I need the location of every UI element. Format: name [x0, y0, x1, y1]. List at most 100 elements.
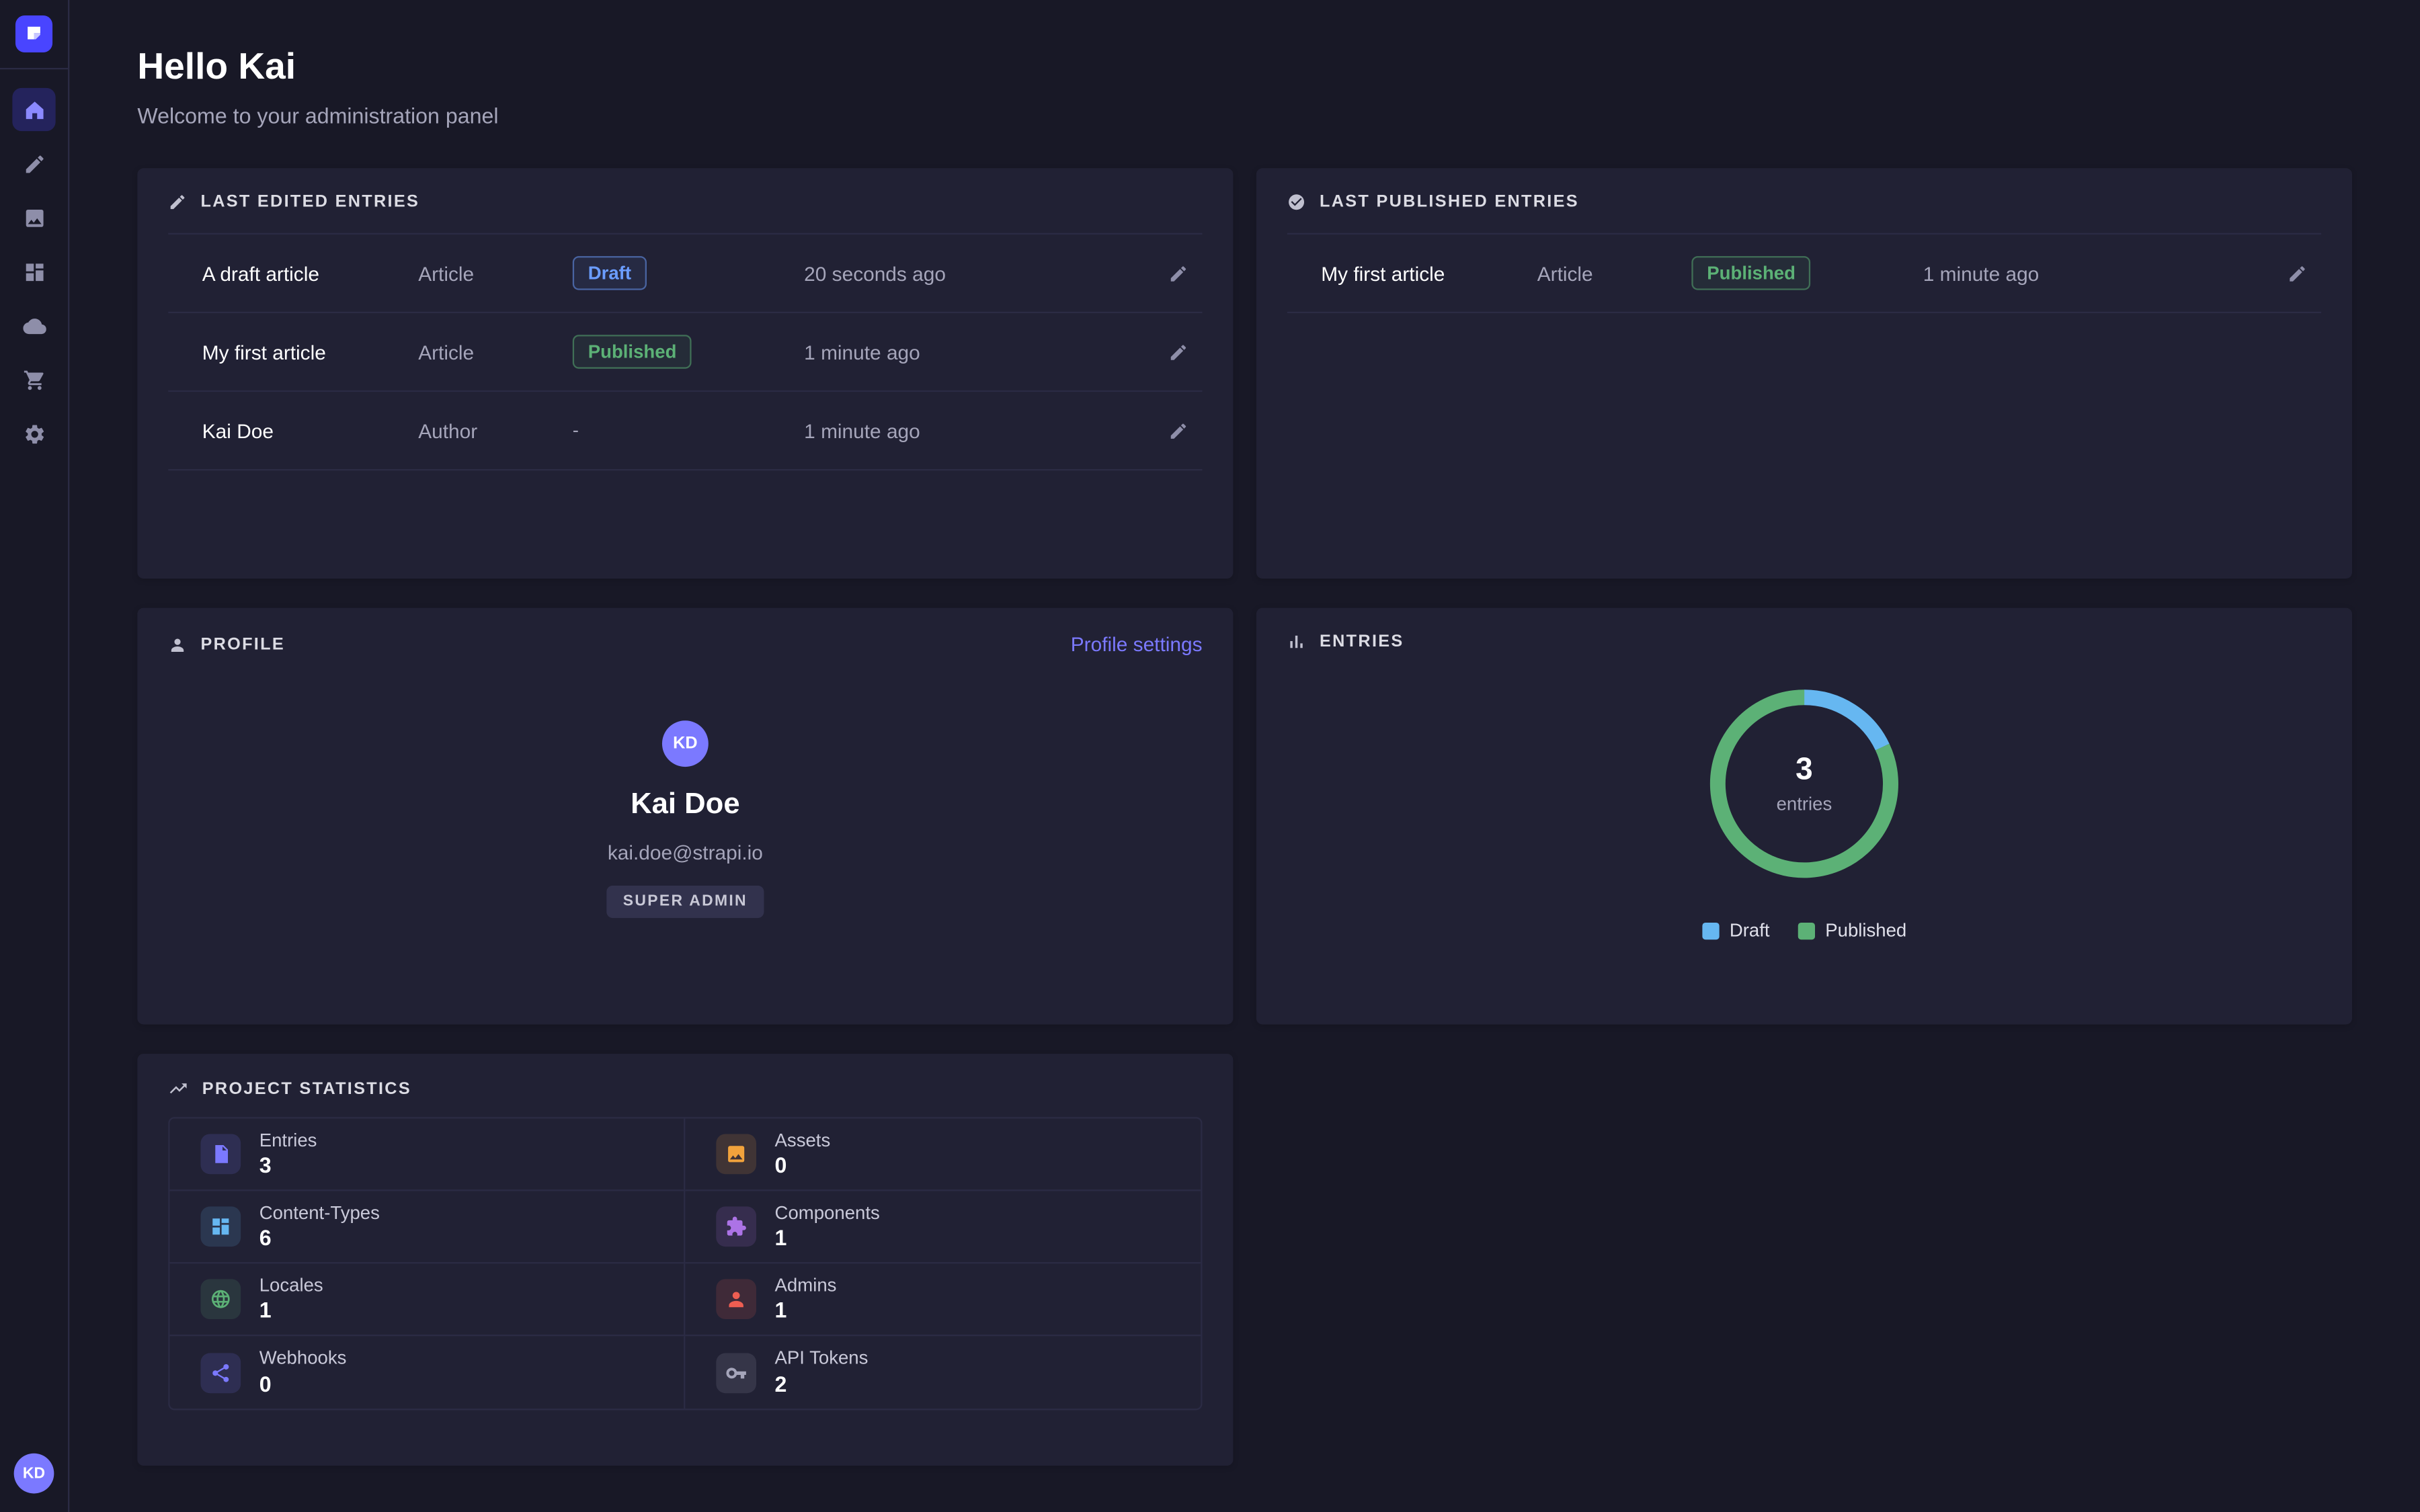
stat-label: Admins: [775, 1274, 837, 1296]
entries-count: 3: [1796, 754, 1813, 785]
stat-value: 1: [259, 1298, 323, 1325]
profile-name: Kai Doe: [631, 788, 739, 823]
edit-entry-button[interactable]: [1156, 409, 1199, 452]
admins-icon: [716, 1279, 756, 1319]
stat-value: 0: [259, 1372, 347, 1398]
profile-body: KD Kai Doe kai.doe@strapi.io SUPER ADMIN: [168, 720, 1202, 918]
stat-label: Assets: [775, 1129, 831, 1151]
pencil-icon: [2286, 263, 2306, 283]
stat-components: Components1: [685, 1191, 1201, 1263]
entry-time: 1 minute ago: [804, 340, 1113, 363]
gear-icon: [22, 422, 45, 445]
entries-count-label: entries: [1777, 792, 1832, 814]
user-avatar[interactable]: KD: [14, 1454, 54, 1494]
card-header: PROFILE Profile settings: [168, 632, 1202, 655]
home-icon: [22, 98, 45, 121]
person-icon: [168, 635, 187, 654]
entries-card: ENTRIES 3 entries Draft: [1256, 608, 2352, 1025]
pencil-icon: [1168, 421, 1188, 441]
strapi-logo-icon: [23, 23, 44, 44]
table-row[interactable]: A draft article Article Draft 20 seconds…: [168, 235, 1202, 313]
stat-value: 1: [775, 1298, 837, 1325]
images-icon: [22, 206, 45, 229]
assets-icon: [716, 1134, 756, 1175]
entries-donut-wrap: 3 entries Draft Published: [1287, 688, 2321, 941]
trending-up-icon: [168, 1079, 188, 1099]
strapi-logo[interactable]: [15, 15, 52, 52]
legend-item-published: Published: [1798, 919, 1906, 941]
stat-label: Locales: [259, 1274, 323, 1296]
legend-item-draft: Draft: [1702, 919, 1770, 941]
stat-label: Components: [775, 1202, 880, 1224]
status-badge: Draft: [573, 256, 647, 290]
status-badge: -: [573, 419, 579, 441]
logo-container: [0, 0, 68, 69]
last-published-table: My first article Article Published 1 min…: [1287, 233, 2321, 313]
locales-icon: [200, 1279, 241, 1319]
layout-icon: [22, 260, 45, 283]
donut-center: 3 entries: [1709, 688, 1900, 880]
donut-legend: Draft Published: [1702, 919, 1907, 941]
legend-label: Draft: [1730, 919, 1770, 941]
published-swatch: [1798, 922, 1814, 939]
sidebar: KD: [0, 0, 69, 1512]
edit-entry-button[interactable]: [1156, 330, 1199, 373]
sidebar-item-marketplace[interactable]: [12, 358, 55, 401]
stat-api-tokens: API Tokens2: [685, 1336, 1201, 1409]
stat-webhooks: Webhooks0: [170, 1336, 686, 1409]
entry-type: Article: [1537, 261, 1692, 284]
stat-label: Content-Types: [259, 1202, 380, 1224]
stat-label: Webhooks: [259, 1347, 347, 1370]
last-edited-table: A draft article Article Draft 20 seconds…: [168, 233, 1202, 471]
stat-admins: Admins1: [685, 1263, 1201, 1336]
project-statistics-card: PROJECT STATISTICS Entries3 Assets0 Cont…: [137, 1054, 1233, 1466]
card-header: PROJECT STATISTICS: [168, 1079, 1202, 1099]
pencil-icon: [168, 193, 187, 212]
card-title: PROJECT STATISTICS: [202, 1079, 411, 1098]
page-title: Hello Kai: [137, 46, 2352, 89]
table-row[interactable]: My first article Article Published 1 min…: [1287, 235, 2321, 313]
content-types-icon: [200, 1206, 241, 1247]
entry-name: My first article: [202, 340, 418, 363]
pencil-icon: [1168, 263, 1188, 283]
main-content: Hello Kai Welcome to your administration…: [69, 0, 2420, 1512]
card-header: LAST PUBLISHED ENTRIES: [1287, 193, 2321, 212]
sidebar-item-home[interactable]: [12, 88, 55, 131]
edit-entry-button[interactable]: [2275, 251, 2318, 294]
api-tokens-icon: [716, 1352, 756, 1392]
profile-email: kai.doe@strapi.io: [608, 841, 763, 864]
card-title: LAST PUBLISHED ENTRIES: [1320, 193, 1579, 212]
profile-settings-link[interactable]: Profile settings: [1071, 632, 1203, 655]
stat-label: Entries: [259, 1129, 317, 1151]
card-header: ENTRIES: [1287, 632, 2321, 651]
sidebar-nav: [12, 88, 55, 455]
entry-name: Kai Doe: [202, 419, 418, 442]
sidebar-item-settings[interactable]: [12, 412, 55, 455]
sidebar-item-media-library[interactable]: [12, 196, 55, 239]
stats-table: Entries3 Assets0 Content-Types6 Componen…: [168, 1117, 1202, 1410]
sidebar-item-content-manager[interactable]: [12, 142, 55, 185]
profile-card: PROFILE Profile settings KD Kai Doe kai.…: [137, 608, 1233, 1025]
stat-value: 2: [775, 1372, 869, 1398]
stat-content-types: Content-Types6: [170, 1191, 686, 1263]
table-row[interactable]: My first article Article Published 1 min…: [168, 313, 1202, 392]
sidebar-item-deploy[interactable]: [12, 304, 55, 347]
table-row[interactable]: Kai Doe Author - 1 minute ago: [168, 392, 1202, 470]
role-badge: SUPER ADMIN: [606, 886, 765, 918]
sidebar-item-content-type-builder[interactable]: [12, 250, 55, 293]
cloud-icon: [22, 314, 45, 337]
stat-value: 0: [775, 1153, 831, 1179]
stat-label: API Tokens: [775, 1347, 869, 1370]
stat-locales: Locales1: [170, 1263, 686, 1336]
entry-time: 1 minute ago: [1923, 261, 2232, 284]
stat-entries: Entries3: [170, 1119, 686, 1191]
cart-icon: [22, 368, 45, 391]
pen-icon: [22, 152, 45, 175]
entry-name: A draft article: [202, 261, 418, 284]
app-viewport: KD Hello Kai Welcome to your administrat…: [0, 0, 2420, 1512]
stat-assets: Assets0: [685, 1119, 1201, 1191]
edit-entry-button[interactable]: [1156, 251, 1199, 294]
pencil-icon: [1168, 342, 1188, 362]
last-edited-entries-card: LAST EDITED ENTRIES A draft article Arti…: [137, 168, 1233, 579]
chart-icon: [1287, 632, 1306, 651]
